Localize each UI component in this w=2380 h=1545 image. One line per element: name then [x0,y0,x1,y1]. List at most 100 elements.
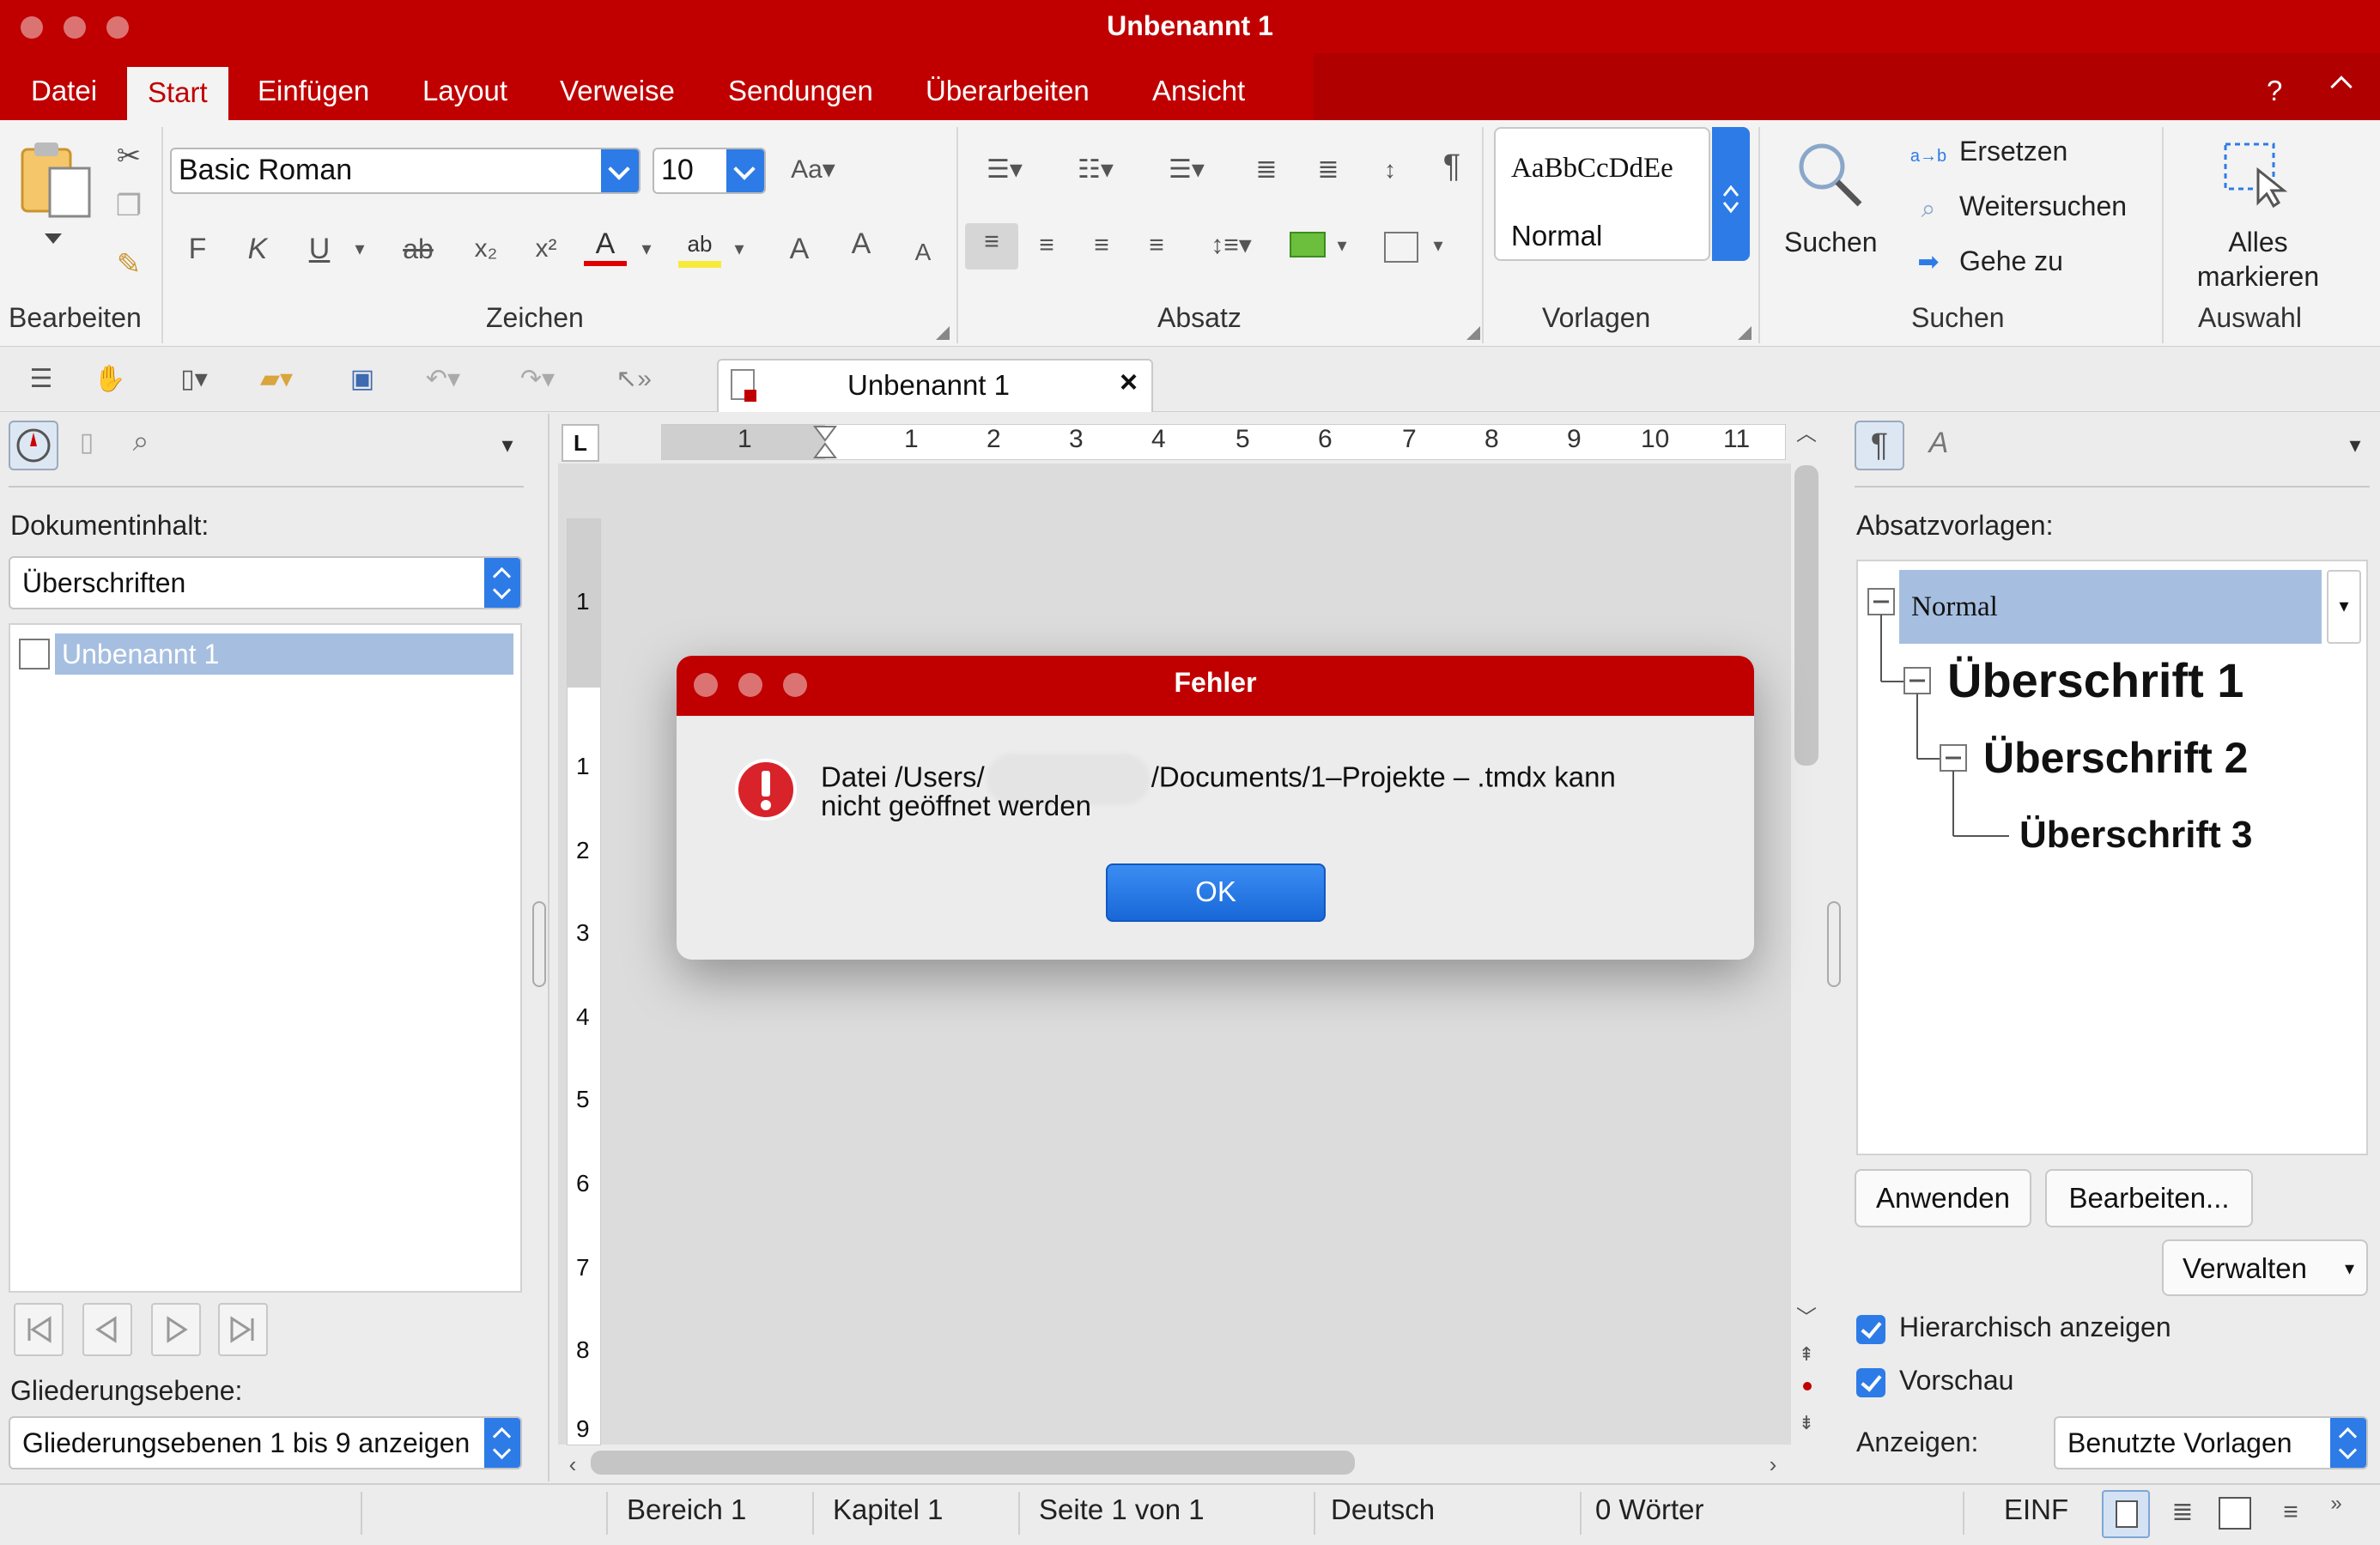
copy-icon[interactable]: ❐ [110,187,148,225]
font-color-dropdown-icon[interactable]: ▾ [635,230,658,268]
new-document-icon[interactable]: ▯▾ [160,360,228,398]
justify-icon[interactable]: ≡ [1137,227,1176,264]
style-gallery[interactable]: AaBbCcDdEe Normal [1494,127,1710,261]
pointer-icon[interactable]: ↖» [608,360,659,398]
view-outline-icon[interactable]: ≣ [2164,1494,2201,1531]
view-draft-icon[interactable]: ≡ [2272,1494,2310,1531]
style-normal-dropdown-icon[interactable]: ▾ [2327,570,2361,644]
show-styles-select[interactable]: Benutzte Vorlagen [2054,1416,2368,1469]
nav-last-button[interactable] [218,1303,268,1356]
font-size-combo[interactable]: 10 [653,148,766,194]
tree-item-checkbox[interactable] [19,639,50,670]
navigator-options-icon[interactable]: ▾ [495,426,520,464]
scroll-left-icon[interactable]: ‹ [560,1445,586,1483]
style-heading-1[interactable]: Überschrift 1 [1947,652,2243,708]
edit-style-button[interactable]: Bearbeiten... [2045,1169,2253,1227]
hand-tool-icon[interactable]: ✋ [93,360,127,398]
select-all-button[interactable]: Alles markieren [2181,225,2335,294]
style-gallery-scroll[interactable] [1712,127,1750,261]
select-all-icon[interactable] [2222,141,2291,209]
status-language[interactable]: Deutsch [1331,1494,1435,1526]
shading-dropdown-icon[interactable]: ▾ [1329,227,1355,264]
horizontal-ruler[interactable]: 1 1 2 3 4 5 6 7 8 9 10 11 [661,424,1786,460]
align-center-icon[interactable]: ≡ [1027,227,1066,264]
align-right-icon[interactable]: ≡ [1082,227,1121,264]
superscript-icon[interactable]: x² [529,230,563,268]
nav-next-button[interactable] [151,1303,201,1356]
vertical-ruler[interactable]: 1 1 2 3 4 5 6 7 8 9 [567,518,601,1445]
highlight-icon[interactable]: ab [678,227,721,268]
nav-first-button[interactable] [14,1303,64,1356]
help-button[interactable]: ? [2267,65,2282,118]
view-fullpage-icon[interactable] [2219,1497,2251,1530]
tab-verweise[interactable]: Verweise [539,65,695,118]
multilevel-list-icon[interactable]: ☰▾ [1152,151,1221,189]
highlight-dropdown-icon[interactable]: ▾ [728,230,750,268]
status-insert-mode[interactable]: EINF [2004,1494,2068,1526]
navigator-compass-icon[interactable] [9,421,58,470]
undo-icon[interactable]: ↶▾ [407,360,479,398]
outline-level-select[interactable]: Gliederungsebenen 1 bis 9 anzeigen [9,1416,522,1469]
search-icon[interactable] [1794,139,1865,209]
apply-style-button[interactable]: Anwenden [1855,1169,2031,1227]
dialog-minimize-button[interactable] [738,673,762,697]
tab-sendungen[interactable]: Sendungen [707,65,894,118]
right-panel-collapse-handle[interactable] [1827,901,1841,987]
sort-icon[interactable]: ↕ [1370,151,1410,189]
scroll-right-icon[interactable]: › [1760,1445,1786,1483]
document-tab[interactable]: Unbenannt 1 × [717,359,1153,412]
bold-button[interactable]: F [180,230,215,268]
underline-dropdown-icon[interactable]: ▾ [347,230,373,268]
outline-view-icon[interactable]: ▯ [74,424,100,462]
paste-button[interactable] [19,139,94,220]
shrink-font-icon[interactable]: A [902,233,944,271]
redo-icon[interactable]: ↷▾ [501,360,574,398]
preview-checkbox[interactable] [1856,1368,1885,1397]
underline-button[interactable]: U [301,230,338,268]
paste-dropdown-icon[interactable] [45,233,62,244]
decrease-indent-icon[interactable]: ≣ [1247,151,1286,189]
format-painter-icon[interactable]: ✎ [110,245,148,283]
pilcrow-icon[interactable]: ¶ [1432,148,1472,185]
tab-stop-selector[interactable]: L [562,424,599,462]
font-color-icon[interactable]: A [584,227,627,266]
subscript-icon[interactable]: x₂ [469,230,503,268]
manage-styles-button[interactable]: Verwalten ▾ [2162,1239,2368,1296]
clear-format-icon[interactable]: A [778,230,821,268]
replace-button[interactable]: Ersetzen [1959,136,2067,167]
nav-prev-button[interactable] [82,1303,132,1356]
search-button[interactable]: Suchen [1784,227,1878,258]
next-page-icon[interactable]: ⇟ [1794,1404,1818,1442]
scroll-down-icon[interactable]: ﹀ [1794,1300,1818,1337]
shading-icon[interactable] [1290,232,1326,258]
grow-font-icon[interactable]: A [840,225,883,263]
paragraph-styles-icon[interactable]: ¶ [1855,421,1904,470]
content-type-select[interactable]: Überschriften [9,556,522,609]
font-name-combo[interactable]: Basic Roman [170,148,641,194]
tab-layout[interactable]: Layout [402,65,528,118]
style-heading-3[interactable]: Überschrift 3 [2019,814,2252,857]
hierarchical-checkbox[interactable] [1856,1315,1885,1344]
find-next-button[interactable]: Weitersuchen [1959,191,2127,222]
left-panel-collapse-handle[interactable] [532,901,546,987]
navigator-search-icon[interactable]: ⌕ [122,422,160,460]
goto-button[interactable]: Gehe zu [1959,245,2063,277]
scroll-up-icon[interactable]: ︿ [1794,415,1818,453]
dialog-close-button[interactable] [694,673,718,697]
more-views-icon[interactable]: » [2323,1485,2349,1523]
close-tab-icon[interactable]: × [1120,364,1138,400]
styles-options-icon[interactable]: ▾ [2342,426,2368,464]
cut-icon[interactable]: ✂ [110,137,148,175]
dialog-zoom-button[interactable] [783,673,807,697]
tab-ueberarbeiten[interactable]: Überarbeiten [905,65,1110,118]
borders-dropdown-icon[interactable]: ▾ [1425,227,1451,264]
line-spacing-icon[interactable]: ↕≡▾ [1195,227,1267,264]
italic-button[interactable]: K [240,230,275,268]
menu-lines-icon[interactable]: ☰ [24,360,58,398]
strikethrough-icon[interactable]: ab [397,230,440,268]
increase-indent-icon[interactable]: ≣ [1308,151,1348,189]
numbering-icon[interactable]: ☷▾ [1061,151,1130,189]
vertical-scroll-thumb[interactable] [1794,465,1818,766]
character-styles-icon[interactable]: A [1920,424,1958,462]
change-case-icon[interactable]: Aa▾ [783,151,843,189]
